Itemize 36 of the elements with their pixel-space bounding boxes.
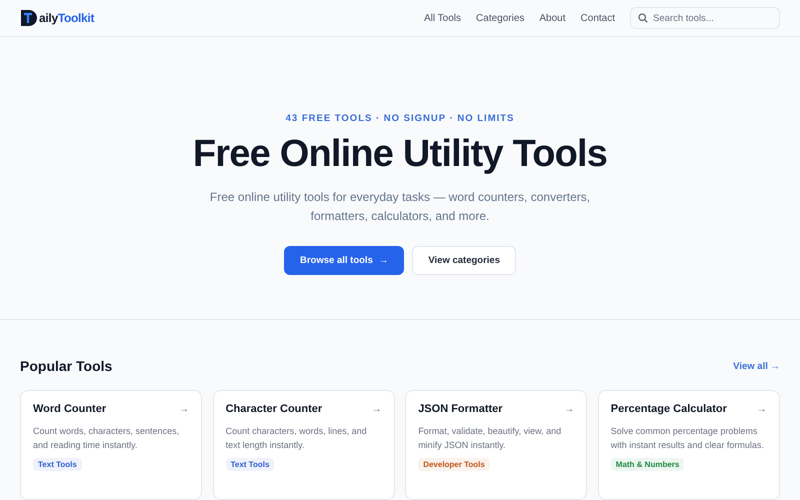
arrow-icon: →: [564, 404, 574, 414]
tool-card[interactable]: Word Counter → Count words, characters, sentences, and reading time instantly. Text Tools: [20, 390, 202, 500]
card-title: Word Counter: [33, 403, 106, 415]
search-icon: [638, 13, 648, 24]
hero-eyebrow: 43 FREE TOOLS · NO SIGNUP · NO LIMITS: [286, 113, 514, 124]
nav-link[interactable]: All Tools: [424, 12, 462, 24]
search-input[interactable]: Search tools...: [653, 12, 763, 24]
card-description: Format, validate, beautify, view, and minify JSON instantly.: [418, 425, 562, 452]
nav-link[interactable]: Contact: [580, 12, 615, 24]
card-title: Character Counter: [226, 403, 322, 415]
hero-title: Free Online Utility Tools: [192, 133, 608, 176]
search-bar[interactable]: Search tools...: [630, 7, 780, 30]
tool-card[interactable]: Character Counter → Count characters, words, lines, and text length instantly. Text Tools: [212, 390, 395, 500]
category-tag: Developer Tools: [418, 458, 490, 471]
category-tag: Text Tools: [33, 458, 82, 471]
card-description: Count characters, words, lines, and text length instantly.: [226, 425, 368, 452]
card-description: Solve common percentage problems with instant results and clear formulas.: [610, 425, 765, 452]
hero-subtitle: Free online utility tools for everyday tasks — word counters, converters, formatters, calculators, and more.: [208, 189, 592, 226]
logo-icon: [20, 9, 38, 28]
nav-link[interactable]: Categories: [476, 12, 524, 24]
tool-card[interactable]: Percentage Calculator → Solve common percentage problems with instant results and clear formulas. Math & Numbers: [598, 390, 780, 500]
browse-button[interactable]: Browse all tools →: [284, 246, 404, 276]
tool-card[interactable]: JSON Formatter → Format, validate, beautify, view, and minify JSON instantly. Developer Tools: [405, 390, 588, 500]
card-description: Count words, characters, sentences, and reading time instantly.: [33, 425, 180, 452]
arrow-icon: →: [756, 404, 767, 414]
category-tag: Text Tools: [226, 458, 274, 471]
card-title: Percentage Calculator: [610, 403, 727, 415]
view-all-link[interactable]: View all →: [733, 360, 780, 372]
card-title: JSON Formatter: [418, 403, 503, 415]
arrow-icon: →: [179, 404, 189, 414]
section-title: Popular Tools: [20, 358, 112, 374]
categories-button[interactable]: View categories: [412, 246, 516, 276]
brand-name[interactable]: ailyToolkit: [39, 11, 94, 26]
category-tag: Math & Numbers: [610, 458, 684, 471]
nav-link[interactable]: About: [539, 12, 566, 24]
arrow-icon: →: [372, 404, 382, 414]
